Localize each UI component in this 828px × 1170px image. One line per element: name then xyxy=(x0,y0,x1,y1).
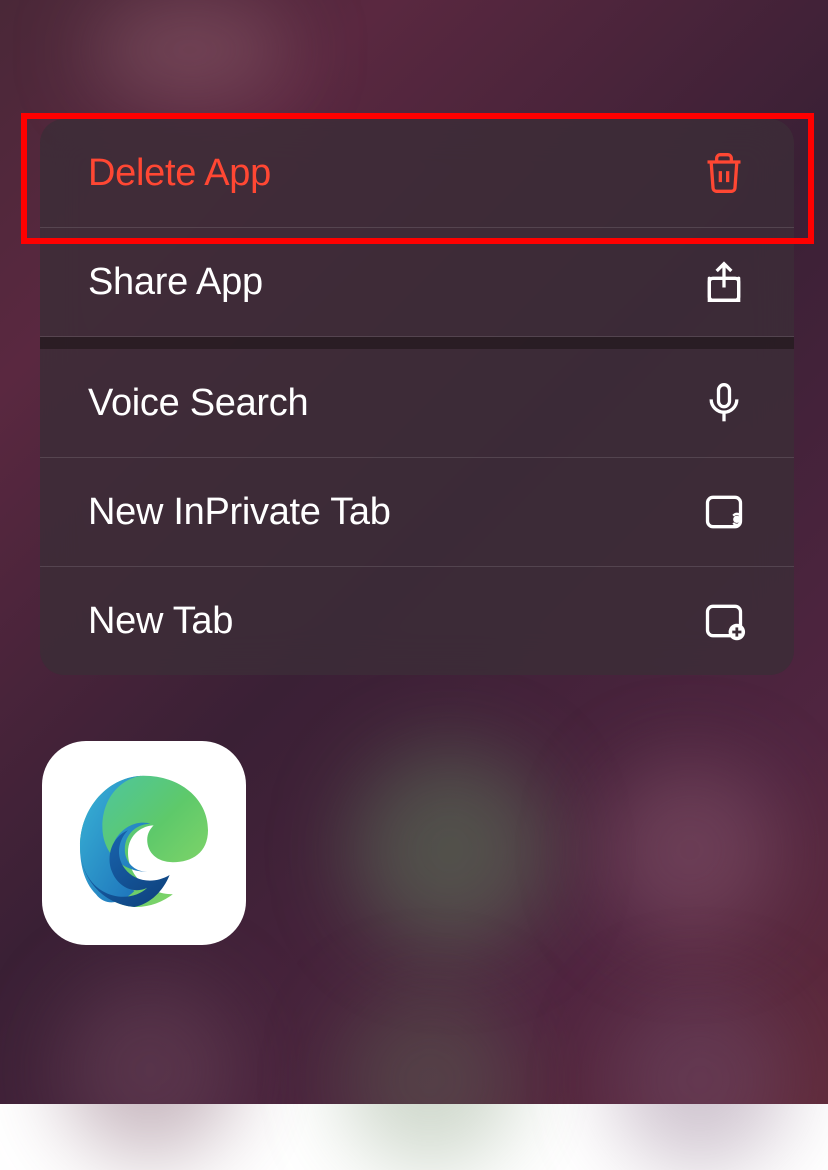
menu-item-share-app[interactable]: Share App xyxy=(40,228,794,337)
app-context-menu: Delete App Share App Vo xyxy=(40,119,794,675)
app-icon-edge[interactable] xyxy=(42,741,246,945)
microphone-icon xyxy=(702,381,746,425)
new-tab-icon xyxy=(702,599,746,643)
bg-blur-shape xyxy=(60,980,240,1160)
bg-blur-shape xyxy=(600,760,780,940)
bg-blur-shape xyxy=(350,750,550,950)
trash-icon xyxy=(702,151,746,195)
menu-item-new-inprivate-tab[interactable]: New InPrivate Tab xyxy=(40,458,794,567)
edge-logo-icon xyxy=(64,763,224,923)
bg-blur-shape xyxy=(340,990,520,1170)
menu-item-label: Share App xyxy=(88,261,263,304)
bg-blur-shape xyxy=(90,0,290,100)
private-tab-icon xyxy=(702,490,746,534)
menu-item-delete-app[interactable]: Delete App xyxy=(40,119,794,228)
menu-item-label: New Tab xyxy=(88,600,233,643)
menu-item-voice-search[interactable]: Voice Search xyxy=(40,349,794,458)
menu-item-label: Voice Search xyxy=(88,382,308,425)
share-icon xyxy=(702,260,746,304)
menu-item-label: Delete App xyxy=(88,152,271,195)
menu-item-label: New InPrivate Tab xyxy=(88,491,391,534)
bg-blur-shape xyxy=(610,990,790,1170)
menu-separator xyxy=(40,337,794,349)
menu-item-new-tab[interactable]: New Tab xyxy=(40,567,794,675)
